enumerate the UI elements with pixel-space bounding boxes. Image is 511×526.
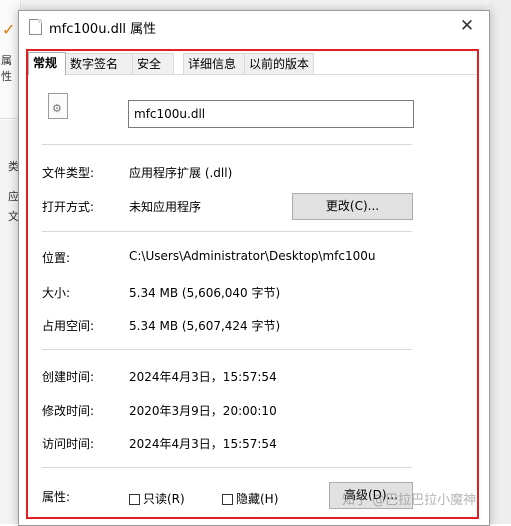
size-value: 5.34 MB (5,606,040 字节) — [129, 286, 281, 300]
location-label: 位置: — [42, 251, 71, 265]
open-with-value: 未知应用程序 — [129, 200, 202, 214]
readonly-checkbox[interactable]: 只读(R) — [129, 490, 185, 506]
hidden-checkbox[interactable]: 隐藏(H) — [222, 490, 279, 506]
attributes-label: 属性: — [42, 490, 71, 504]
created-label: 创建时间: — [42, 370, 95, 384]
readonly-checkbox-label: 只读(R) — [143, 492, 185, 506]
disk-size-value: 5.34 MB (5,607,424 字节) — [129, 319, 281, 333]
tab-digital-signatures[interactable]: 数字签名 — [65, 53, 133, 74]
background-right-pane — [489, 0, 511, 524]
accessed-value: 2024年4月3日，15:57:54 — [129, 437, 277, 451]
file-type-label: 文件类型: — [42, 166, 95, 180]
dialog-title: mfc100u.dll 属性 — [49, 22, 157, 37]
file-icon — [29, 19, 42, 35]
modified-value: 2020年3月9日，20:00:10 — [129, 404, 277, 418]
disk-size-label: 占用空间: — [42, 319, 95, 333]
close-button[interactable]: ✕ — [445, 11, 489, 43]
gear-icon: ⚙ — [52, 102, 62, 115]
modified-label: 修改时间: — [42, 404, 95, 418]
change-button[interactable]: 更改(C)... — [292, 193, 413, 220]
accessed-label: 访问时间: — [42, 437, 95, 451]
file-name-input[interactable] — [128, 100, 414, 128]
separator — [42, 231, 412, 232]
location-value: C:\Users\Administrator\Desktop\mfc100u — [129, 249, 376, 263]
separator — [42, 467, 412, 468]
separator — [42, 349, 412, 350]
checkmark-icon: ✓ — [2, 20, 16, 39]
created-value: 2024年4月3日，15:57:54 — [129, 370, 277, 384]
title-bar[interactable]: mfc100u.dll 属性 ✕ — [19, 11, 489, 43]
open-with-label: 打开方式: — [42, 200, 95, 214]
file-type-value: 应用程序扩展 (.dll) — [129, 166, 233, 180]
advanced-button[interactable]: 高级(D)... — [329, 482, 413, 509]
tab-details[interactable]: 详细信息 — [183, 53, 245, 74]
background-divider — [0, 118, 20, 119]
tab-previous-versions[interactable]: 以前的版本 — [244, 53, 314, 74]
separator — [42, 144, 412, 145]
hidden-checkbox-label: 隐藏(H) — [236, 492, 279, 506]
tab-security[interactable]: 安全 — [132, 53, 174, 74]
checkbox-box-icon — [129, 494, 140, 505]
tab-general[interactable]: 常规 — [28, 52, 66, 75]
checkbox-box-icon — [222, 494, 233, 505]
size-label: 大小: — [42, 286, 71, 300]
dll-file-icon: ⚙ — [48, 93, 68, 119]
